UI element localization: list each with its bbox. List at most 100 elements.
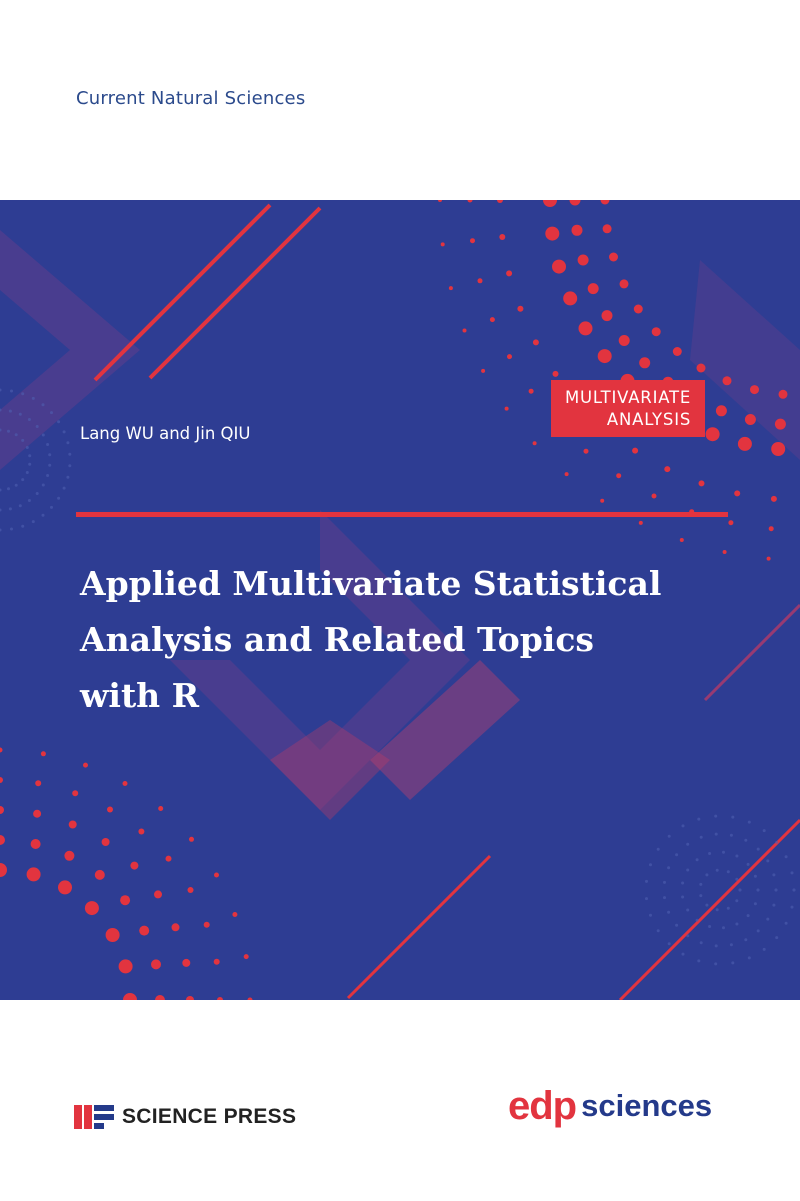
decorative-dot bbox=[563, 291, 578, 306]
decorative-dot bbox=[543, 200, 557, 207]
decorative-dot bbox=[609, 252, 618, 262]
decorative-dot bbox=[735, 877, 739, 881]
decorative-dot bbox=[58, 880, 72, 895]
decorative-dot bbox=[699, 894, 703, 898]
decorative-dot bbox=[790, 905, 794, 909]
decorative-dot bbox=[7, 487, 10, 491]
decorative-dot bbox=[151, 959, 161, 970]
decorative-dot bbox=[587, 283, 599, 295]
decorative-dot bbox=[663, 896, 666, 900]
decorative-dot bbox=[26, 867, 41, 882]
decorative-dot bbox=[639, 357, 651, 369]
decorative-dot bbox=[600, 498, 605, 503]
decorative-dot bbox=[705, 873, 709, 877]
decorative-dot bbox=[695, 858, 699, 862]
decorative-dot bbox=[762, 829, 766, 833]
decorative-dot bbox=[638, 520, 643, 525]
decorative-dot bbox=[64, 850, 75, 861]
decorative-dot bbox=[35, 780, 42, 787]
decorative-dot bbox=[517, 305, 524, 312]
decorative-dot bbox=[25, 471, 29, 474]
decorative-dot bbox=[62, 486, 66, 490]
decorative-dot bbox=[139, 925, 150, 936]
decorative-dot bbox=[766, 859, 770, 863]
decorative-dot bbox=[601, 310, 613, 322]
decorative-dot bbox=[728, 520, 734, 526]
decorative-dot bbox=[756, 929, 760, 933]
decorative-dot bbox=[8, 507, 12, 511]
decorative-dot bbox=[31, 520, 35, 524]
decorative-dot bbox=[31, 396, 35, 400]
decorative-dot bbox=[714, 832, 718, 836]
decorative-dot bbox=[57, 496, 61, 500]
decorative-dot bbox=[686, 908, 690, 912]
decorative-dot bbox=[46, 474, 50, 477]
decorative-dot bbox=[84, 901, 99, 916]
decorative-dot bbox=[667, 942, 671, 946]
title-line-1: Applied Multivariate Statistical bbox=[80, 564, 662, 603]
decorative-dot bbox=[21, 392, 25, 396]
decorative-dot bbox=[772, 903, 776, 907]
decorative-dot bbox=[753, 902, 757, 906]
decorative-dot bbox=[46, 443, 50, 446]
decorative-dot bbox=[790, 871, 794, 875]
decorative-dot bbox=[686, 934, 690, 938]
science-press-logo-icon bbox=[74, 1105, 114, 1129]
decorative-dot bbox=[686, 842, 690, 846]
decorative-dot bbox=[744, 838, 748, 842]
decorative-dot bbox=[40, 751, 46, 757]
decorative-dot bbox=[14, 483, 18, 487]
decorative-dot bbox=[564, 472, 569, 477]
decorative-dot bbox=[686, 868, 690, 872]
decorative-dot bbox=[762, 947, 766, 951]
decorative-dot bbox=[545, 226, 560, 241]
edp-sciences-logo: edp sciences bbox=[508, 1086, 712, 1126]
decorative-dot bbox=[772, 873, 776, 877]
decorative-dot bbox=[477, 278, 483, 284]
decorative-dot bbox=[68, 464, 72, 468]
decorative-dot bbox=[675, 923, 679, 927]
decorative-dot bbox=[232, 912, 238, 917]
decorative-dot bbox=[532, 339, 539, 346]
decorative-dot bbox=[746, 862, 750, 866]
decorative-dot bbox=[656, 847, 660, 851]
decorative-dot bbox=[616, 473, 622, 479]
divider-rule bbox=[76, 512, 728, 517]
decorative-dot bbox=[722, 926, 725, 930]
decorative-dot bbox=[698, 480, 705, 487]
decorative-dot bbox=[737, 436, 752, 451]
decorative-dot bbox=[499, 234, 506, 240]
decorative-dot bbox=[775, 840, 779, 844]
decorative-dot bbox=[672, 347, 682, 356]
decorative-dot bbox=[714, 962, 718, 966]
decorative-dot bbox=[467, 200, 473, 203]
decorative-dot bbox=[708, 852, 712, 855]
decorative-dot bbox=[746, 914, 750, 918]
decorative-dot bbox=[213, 958, 220, 965]
decorative-dot bbox=[784, 921, 788, 925]
decorative-dot bbox=[155, 995, 165, 1000]
decorative-dot bbox=[497, 200, 503, 203]
decorative-dot bbox=[714, 814, 718, 818]
decorative-dot bbox=[0, 777, 3, 783]
decorative-dot bbox=[649, 913, 652, 917]
decorative-dot bbox=[247, 997, 253, 1000]
decorative-dot bbox=[48, 463, 52, 467]
decorative-dot bbox=[681, 895, 685, 899]
decorative-dot bbox=[21, 524, 25, 528]
decorative-dot bbox=[675, 853, 679, 857]
decorative-dot bbox=[35, 425, 39, 428]
decorative-dot bbox=[130, 861, 139, 870]
decorative-dot bbox=[715, 868, 719, 872]
decorative-dot bbox=[552, 370, 559, 377]
decorative-dot bbox=[708, 925, 712, 928]
decorative-dot bbox=[481, 368, 486, 373]
decorative-dot bbox=[722, 376, 732, 386]
decorative-dot bbox=[750, 385, 759, 395]
decorative-dot bbox=[101, 838, 110, 846]
decorative-dot bbox=[747, 820, 751, 824]
decorative-dot bbox=[667, 910, 671, 914]
decorative-dot bbox=[448, 286, 453, 291]
decorative-dot bbox=[552, 259, 566, 274]
decorative-dot bbox=[600, 200, 610, 205]
